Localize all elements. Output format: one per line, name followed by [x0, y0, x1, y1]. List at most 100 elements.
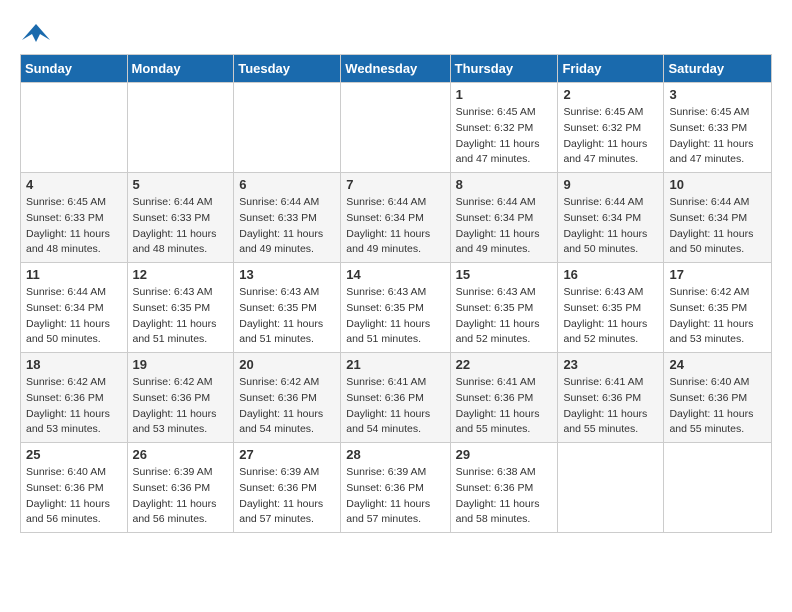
calendar-cell: 6 Sunrise: 6:44 AM Sunset: 6:33 PM Daylig…	[234, 173, 341, 263]
day-number: 22	[456, 357, 553, 372]
day-number: 11	[26, 267, 122, 282]
day-info: Sunrise: 6:44 AM Sunset: 6:34 PM Dayligh…	[563, 195, 658, 258]
day-info: Sunrise: 6:41 AM Sunset: 6:36 PM Dayligh…	[346, 375, 444, 438]
logo-text	[20, 20, 54, 44]
calendar-cell: 18 Sunrise: 6:42 AM Sunset: 6:36 PM Dayli…	[21, 353, 128, 443]
calendar-cell: 9 Sunrise: 6:44 AM Sunset: 6:34 PM Daylig…	[558, 173, 664, 263]
day-number: 15	[456, 267, 553, 282]
day-info: Sunrise: 6:43 AM Sunset: 6:35 PM Dayligh…	[346, 285, 444, 348]
day-info: Sunrise: 6:42 AM Sunset: 6:36 PM Dayligh…	[26, 375, 122, 438]
day-number: 1	[456, 87, 553, 102]
calendar-cell: 1 Sunrise: 6:45 AM Sunset: 6:32 PM Daylig…	[450, 83, 558, 173]
day-info: Sunrise: 6:43 AM Sunset: 6:35 PM Dayligh…	[133, 285, 229, 348]
calendar-cell: 12 Sunrise: 6:43 AM Sunset: 6:35 PM Dayli…	[127, 263, 234, 353]
day-number: 27	[239, 447, 335, 462]
day-number: 10	[669, 177, 766, 192]
day-info: Sunrise: 6:42 AM Sunset: 6:36 PM Dayligh…	[239, 375, 335, 438]
calendar-cell: 27 Sunrise: 6:39 AM Sunset: 6:36 PM Dayli…	[234, 443, 341, 533]
day-info: Sunrise: 6:44 AM Sunset: 6:33 PM Dayligh…	[133, 195, 229, 258]
day-number: 24	[669, 357, 766, 372]
calendar-cell: 14 Sunrise: 6:43 AM Sunset: 6:35 PM Dayli…	[341, 263, 450, 353]
day-info: Sunrise: 6:44 AM Sunset: 6:33 PM Dayligh…	[239, 195, 335, 258]
calendar-cell: 15Sunrise: 6:43 AM Sunset: 6:35 PM Dayli…	[450, 263, 558, 353]
day-info: Sunrise: 6:44 AM Sunset: 6:34 PM Dayligh…	[346, 195, 444, 258]
day-number: 8	[456, 177, 553, 192]
day-number: 4	[26, 177, 122, 192]
calendar-cell: 8 Sunrise: 6:44 AM Sunset: 6:34 PM Daylig…	[450, 173, 558, 263]
day-number: 23	[563, 357, 658, 372]
day-number: 12	[133, 267, 229, 282]
day-number: 9	[563, 177, 658, 192]
day-number: 14	[346, 267, 444, 282]
calendar-week-4: 18 Sunrise: 6:42 AM Sunset: 6:36 PM Dayli…	[21, 353, 772, 443]
day-header-wednesday: Wednesday	[341, 55, 450, 83]
calendar-cell	[341, 83, 450, 173]
day-number: 20	[239, 357, 335, 372]
calendar-cell: 16 Sunrise: 6:43 AM Sunset: 6:35 PM Dayli…	[558, 263, 664, 353]
day-info: Sunrise: 6:45 AM Sunset: 6:32 PM Dayligh…	[563, 105, 658, 168]
day-info: Sunrise: 6:45 AM Sunset: 6:32 PM Dayligh…	[456, 105, 553, 168]
day-info: Sunrise: 6:43 AM Sunset: 6:35 PM Dayligh…	[563, 285, 658, 348]
day-number: 21	[346, 357, 444, 372]
calendar-cell: 13Sunrise: 6:43 AM Sunset: 6:35 PM Dayli…	[234, 263, 341, 353]
day-number: 13	[239, 267, 335, 282]
calendar-cell: 10 Sunrise: 6:44 AM Sunset: 6:34 PM Dayli…	[664, 173, 772, 263]
day-header-sunday: Sunday	[21, 55, 128, 83]
day-number: 5	[133, 177, 229, 192]
calendar-cell: 21 Sunrise: 6:41 AM Sunset: 6:36 PM Dayli…	[341, 353, 450, 443]
calendar-cell: 7 Sunrise: 6:44 AM Sunset: 6:34 PM Daylig…	[341, 173, 450, 263]
calendar-header-row: SundayMondayTuesdayWednesdayThursdayFrid…	[21, 55, 772, 83]
calendar-body: 1 Sunrise: 6:45 AM Sunset: 6:32 PM Daylig…	[21, 83, 772, 533]
day-info: Sunrise: 6:45 AM Sunset: 6:33 PM Dayligh…	[669, 105, 766, 168]
calendar-cell: 5 Sunrise: 6:44 AM Sunset: 6:33 PM Daylig…	[127, 173, 234, 263]
day-info: Sunrise: 6:44 AM Sunset: 6:34 PM Dayligh…	[669, 195, 766, 258]
day-info: Sunrise: 6:44 AM Sunset: 6:34 PM Dayligh…	[456, 195, 553, 258]
day-header-monday: Monday	[127, 55, 234, 83]
calendar-cell	[127, 83, 234, 173]
calendar-cell: 2 Sunrise: 6:45 AM Sunset: 6:32 PM Daylig…	[558, 83, 664, 173]
calendar-cell: 11 Sunrise: 6:44 AM Sunset: 6:34 PM Dayli…	[21, 263, 128, 353]
day-info: Sunrise: 6:39 AM Sunset: 6:36 PM Dayligh…	[133, 465, 229, 528]
day-header-thursday: Thursday	[450, 55, 558, 83]
day-info: Sunrise: 6:41 AM Sunset: 6:36 PM Dayligh…	[563, 375, 658, 438]
calendar-cell: 3 Sunrise: 6:45 AM Sunset: 6:33 PM Daylig…	[664, 83, 772, 173]
day-header-saturday: Saturday	[664, 55, 772, 83]
day-info: Sunrise: 6:41 AM Sunset: 6:36 PM Dayligh…	[456, 375, 553, 438]
calendar-week-1: 1 Sunrise: 6:45 AM Sunset: 6:32 PM Daylig…	[21, 83, 772, 173]
calendar-cell	[664, 443, 772, 533]
day-info: Sunrise: 6:38 AM Sunset: 6:36 PM Dayligh…	[456, 465, 553, 528]
day-number: 3	[669, 87, 766, 102]
day-number: 29	[456, 447, 553, 462]
day-number: 18	[26, 357, 122, 372]
day-number: 19	[133, 357, 229, 372]
calendar-cell	[558, 443, 664, 533]
day-info: Sunrise: 6:44 AM Sunset: 6:34 PM Dayligh…	[26, 285, 122, 348]
logo-bird-icon	[22, 22, 50, 44]
calendar-cell: 19Sunrise: 6:42 AM Sunset: 6:36 PM Dayli…	[127, 353, 234, 443]
day-info: Sunrise: 6:39 AM Sunset: 6:36 PM Dayligh…	[239, 465, 335, 528]
day-number: 17	[669, 267, 766, 282]
calendar-cell: 20 Sunrise: 6:42 AM Sunset: 6:36 PM Dayli…	[234, 353, 341, 443]
calendar-cell	[234, 83, 341, 173]
calendar-cell: 28Sunrise: 6:39 AM Sunset: 6:36 PM Dayli…	[341, 443, 450, 533]
calendar-cell: 24 Sunrise: 6:40 AM Sunset: 6:36 PM Dayli…	[664, 353, 772, 443]
day-number: 26	[133, 447, 229, 462]
day-header-friday: Friday	[558, 55, 664, 83]
day-info: Sunrise: 6:45 AM Sunset: 6:33 PM Dayligh…	[26, 195, 122, 258]
day-number: 7	[346, 177, 444, 192]
day-number: 16	[563, 267, 658, 282]
calendar-cell: 23 Sunrise: 6:41 AM Sunset: 6:36 PM Dayli…	[558, 353, 664, 443]
calendar-cell: 17Sunrise: 6:42 AM Sunset: 6:35 PM Dayli…	[664, 263, 772, 353]
day-number: 28	[346, 447, 444, 462]
day-info: Sunrise: 6:40 AM Sunset: 6:36 PM Dayligh…	[669, 375, 766, 438]
calendar-cell: 25Sunrise: 6:40 AM Sunset: 6:36 PM Dayli…	[21, 443, 128, 533]
calendar-week-5: 25Sunrise: 6:40 AM Sunset: 6:36 PM Dayli…	[21, 443, 772, 533]
day-number: 6	[239, 177, 335, 192]
calendar-cell: 4 Sunrise: 6:45 AM Sunset: 6:33 PM Daylig…	[21, 173, 128, 263]
calendar-cell	[21, 83, 128, 173]
day-header-tuesday: Tuesday	[234, 55, 341, 83]
calendar-week-2: 4 Sunrise: 6:45 AM Sunset: 6:33 PM Daylig…	[21, 173, 772, 263]
calendar-cell: 22 Sunrise: 6:41 AM Sunset: 6:36 PM Dayli…	[450, 353, 558, 443]
calendar-cell: 29 Sunrise: 6:38 AM Sunset: 6:36 PM Dayli…	[450, 443, 558, 533]
day-number: 2	[563, 87, 658, 102]
